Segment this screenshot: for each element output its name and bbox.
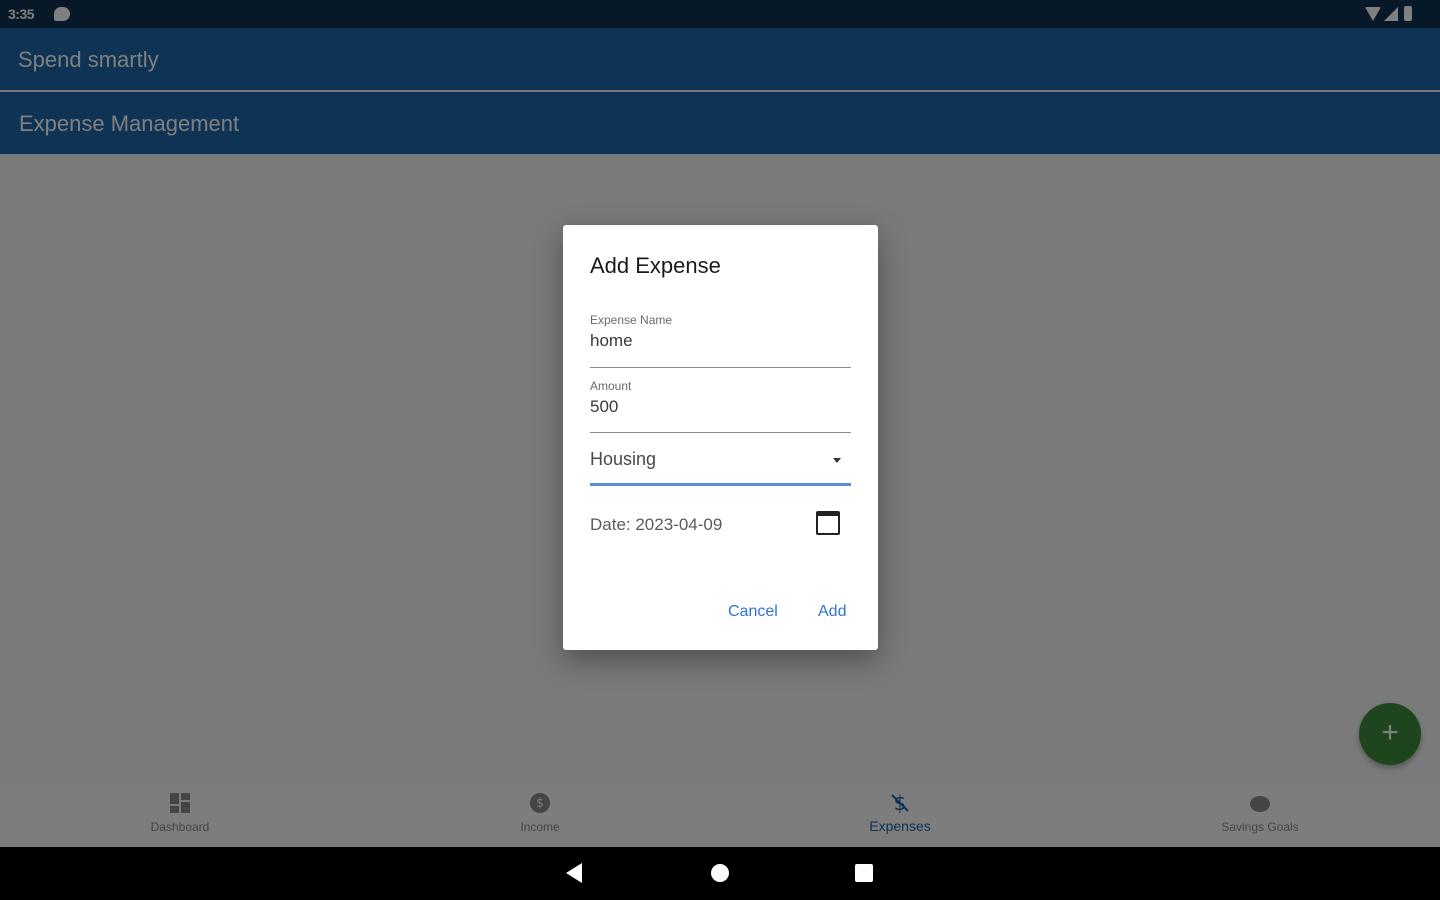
expense-name-field[interactable]: Expense Name home bbox=[590, 313, 851, 369]
amount-field[interactable]: Amount 500 bbox=[590, 379, 851, 435]
expense-name-value[interactable]: home bbox=[590, 331, 851, 351]
system-navigation-bar bbox=[0, 847, 1440, 900]
category-value: Housing bbox=[590, 449, 657, 469]
add-button[interactable]: Add bbox=[818, 603, 846, 621]
field-underline-focused bbox=[590, 483, 851, 486]
field-underline bbox=[590, 367, 851, 368]
field-underline bbox=[590, 432, 851, 433]
amount-value[interactable]: 500 bbox=[590, 397, 851, 417]
dialog-title: Add Expense bbox=[590, 253, 721, 278]
date-text: Date: 2023-04-09 bbox=[590, 515, 723, 534]
dropdown-arrow-icon bbox=[833, 458, 841, 463]
expense-name-label: Expense Name bbox=[590, 313, 673, 327]
category-dropdown[interactable]: Housing bbox=[590, 449, 851, 489]
cancel-button[interactable]: Cancel bbox=[728, 603, 778, 621]
home-icon[interactable] bbox=[711, 864, 729, 882]
date-row: Date: 2023-04-09 bbox=[590, 511, 840, 539]
calendar-icon[interactable] bbox=[816, 511, 840, 535]
amount-label: Amount bbox=[590, 379, 632, 393]
recents-icon[interactable] bbox=[855, 864, 873, 882]
back-icon[interactable] bbox=[566, 863, 582, 883]
add-expense-dialog: Add Expense Expense Name home Amount 500… bbox=[563, 225, 878, 650]
